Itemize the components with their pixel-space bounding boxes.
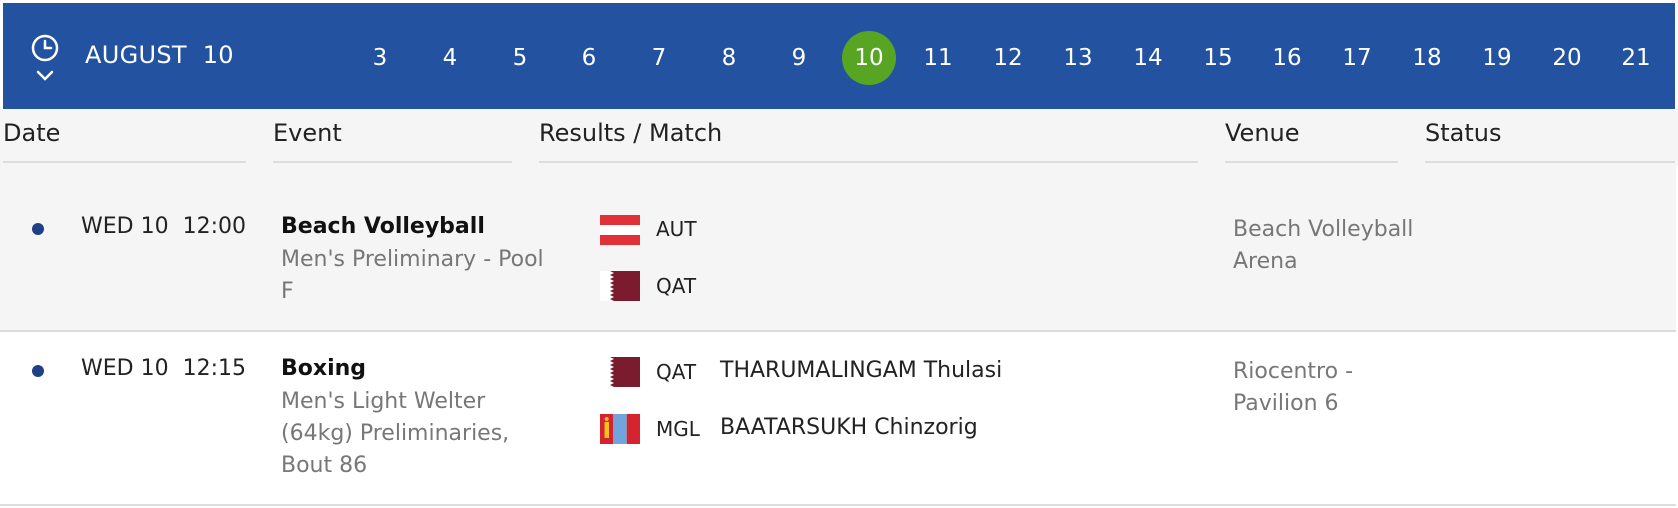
day-17[interactable]: 17 (1330, 31, 1384, 85)
day-13[interactable]: 13 (1051, 31, 1105, 85)
current-date-label: AUGUST 10 (85, 41, 234, 69)
day-5[interactable]: 5 (493, 31, 547, 85)
month-name: AUGUST (85, 41, 187, 69)
event-sport[interactable]: Boxing (281, 356, 366, 381)
day-12[interactable]: 12 (981, 31, 1035, 85)
day-20[interactable]: 20 (1540, 31, 1594, 85)
day-21[interactable]: 21 (1609, 31, 1663, 85)
event-sport[interactable]: Beach Volleyball (281, 214, 485, 239)
event-date: WED 10 (81, 214, 169, 239)
day-11[interactable]: 11 (911, 31, 965, 85)
day-6[interactable]: 6 (562, 31, 616, 85)
day-9[interactable]: 9 (772, 31, 826, 85)
day-15[interactable]: 15 (1191, 31, 1245, 85)
athlete-country-code: MGL (656, 417, 700, 441)
event-date: WED 10 (81, 356, 169, 381)
event-detail: Men's Light Welter (64kg) Preliminaries,… (281, 389, 510, 478)
venue-name[interactable]: Beach Volleyball Arena (1233, 214, 1423, 278)
day-3[interactable]: 3 (353, 31, 407, 85)
day-7[interactable]: 7 (632, 31, 686, 85)
column-header-venue[interactable]: Venue (1225, 119, 1398, 163)
clock-icon (31, 34, 59, 81)
column-header-results[interactable]: Results / Match (539, 119, 1198, 163)
table-row[interactable]: WED 10 12:00 Beach Volleyball Men's Prel… (0, 166, 1676, 332)
day-14[interactable]: 14 (1121, 31, 1175, 85)
chevron-down-icon (36, 70, 54, 81)
athlete-name[interactable]: BAATARSUKH Chinzorig (720, 415, 978, 440)
day-16[interactable]: 16 (1260, 31, 1314, 85)
event-time: 12:15 (182, 356, 246, 381)
event-detail: Men's Preliminary - Pool F (281, 247, 544, 304)
event-dot-icon (32, 223, 44, 235)
event-datetime: WED 10 12:00 (81, 214, 246, 239)
column-header-date[interactable]: Date (3, 119, 246, 163)
day-4[interactable]: 4 (423, 31, 477, 85)
athlete-name[interactable]: THARUMALINGAM Thulasi (720, 358, 1002, 383)
day-19[interactable]: 19 (1470, 31, 1524, 85)
day-18[interactable]: 18 (1400, 31, 1454, 85)
qatar-flag-icon (600, 357, 640, 387)
athlete-country-code: QAT (656, 360, 697, 384)
venue-name[interactable]: Riocentro - Pavilion 6 (1233, 356, 1423, 420)
column-header-event[interactable]: Event (273, 119, 512, 163)
month-day: 10 (202, 41, 234, 69)
date-selector-bar: AUGUST 10 3 4 5 6 7 8 9 10 11 12 13 14 15 16 17 18 19 20 2… (3, 3, 1675, 109)
mongolia-flag-icon (600, 414, 640, 444)
team-code: QAT (656, 274, 697, 298)
table-header: Date Event Results / Match Venue Status (0, 109, 1678, 166)
column-header-status[interactable]: Status (1425, 119, 1675, 163)
day-8[interactable]: 8 (702, 31, 756, 85)
event-time: 12:00 (182, 214, 246, 239)
event-dot-icon (32, 365, 44, 377)
event-datetime: WED 10 12:15 (81, 356, 246, 381)
team-code: AUT (656, 217, 697, 241)
qatar-flag-icon (600, 271, 640, 301)
table-row[interactable]: WED 10 12:15 Boxing Men's Light Welter (… (0, 332, 1676, 506)
day-10[interactable]: 10 (842, 31, 896, 85)
austria-flag-icon (600, 215, 640, 245)
calendar-toggle-button[interactable] (29, 33, 65, 85)
